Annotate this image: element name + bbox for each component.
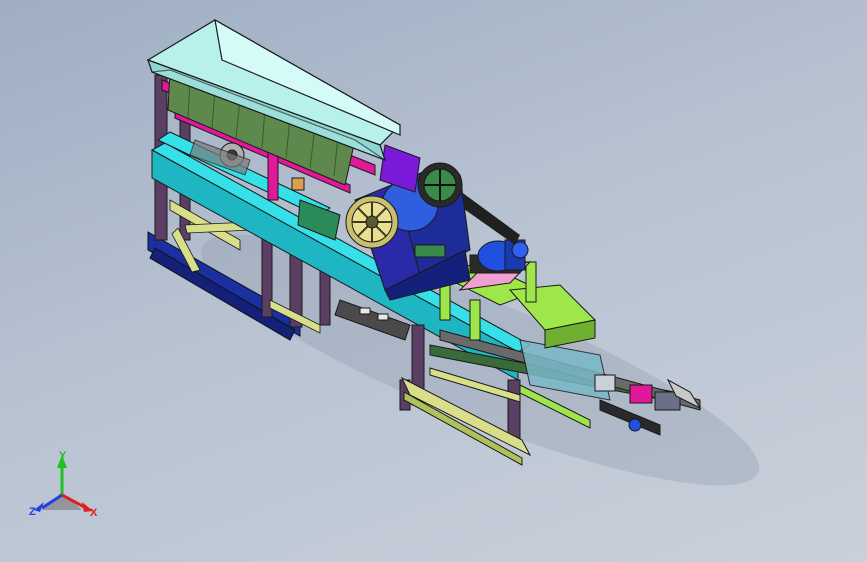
purple-chute (379, 144, 421, 193)
axis-triad[interactable]: Y X Z (29, 450, 98, 519)
y-axis-label: Y (59, 450, 67, 462)
flywheel-left (345, 195, 399, 249)
flywheel-right (417, 162, 463, 208)
crusher-assembly-model[interactable]: Y X Z (0, 0, 867, 562)
x-axis-label: X (90, 507, 98, 519)
z-axis-label: Z (29, 506, 36, 518)
cad-viewport[interactable]: Y X Z (0, 0, 867, 562)
drive-motor (469, 239, 529, 274)
